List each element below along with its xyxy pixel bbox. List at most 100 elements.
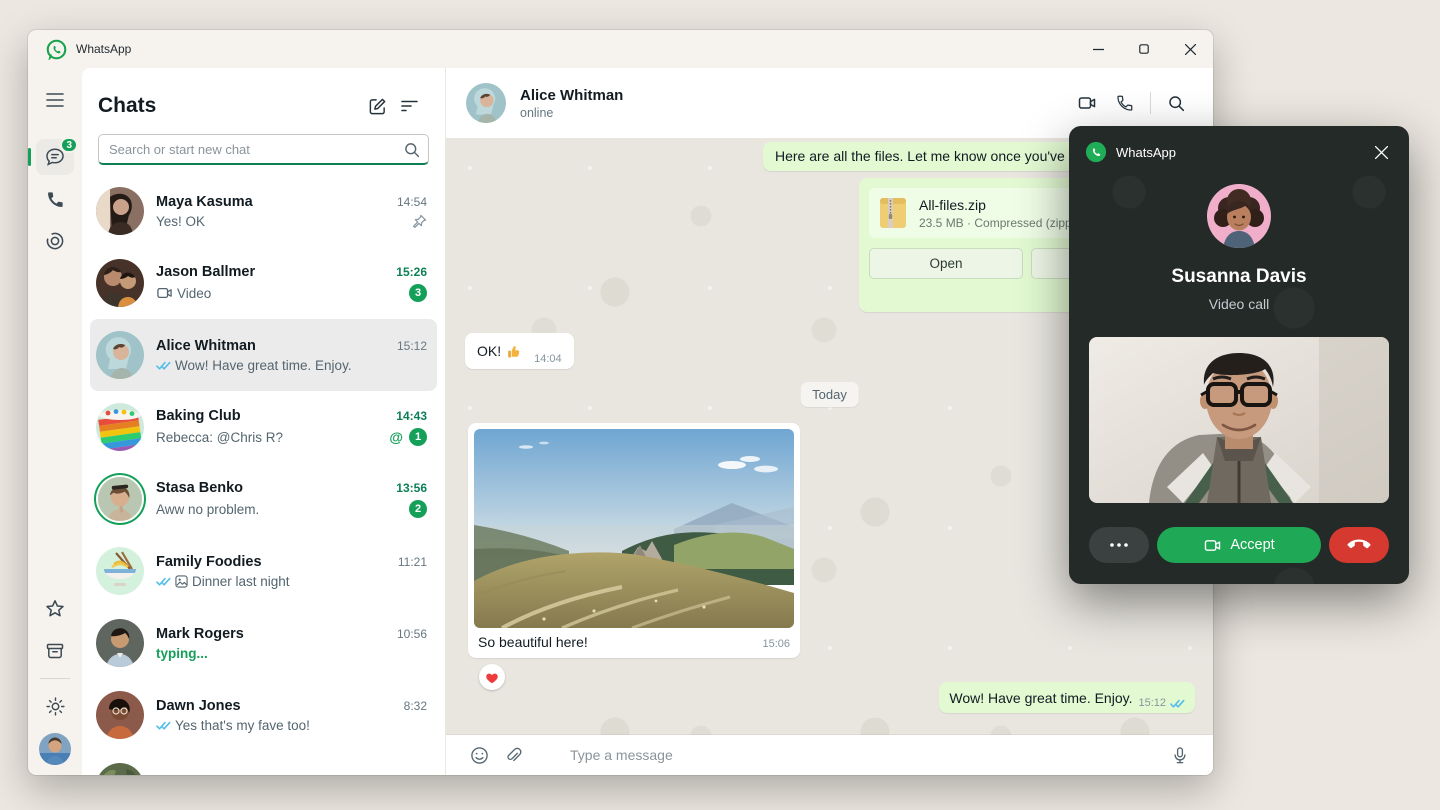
close-icon	[1375, 146, 1388, 159]
nav-status[interactable]	[36, 223, 74, 259]
chat-item-stasa-benko[interactable]: Stasa Benko13:56 Aww no problem. 2	[90, 463, 437, 535]
filter-icon	[401, 100, 418, 112]
video-call-icon	[1077, 95, 1097, 111]
message-outgoing-wow[interactable]: Wow! Have great time. Enjoy. 15:12	[939, 682, 1195, 713]
popup-app-name: WhatsApp	[1116, 145, 1367, 160]
read-ticks-icon	[156, 720, 171, 731]
whatsapp-logo-icon	[1085, 141, 1107, 163]
decline-call-button[interactable]	[1329, 527, 1389, 563]
call-type: Video call	[1069, 296, 1409, 312]
incoming-call-popup: WhatsApp Susanna Davis Video call	[1069, 126, 1409, 584]
caller-video-preview	[1089, 337, 1389, 503]
zip-file-icon	[879, 196, 907, 230]
chat-item-ziggy-woodley[interactable]: Ziggy Woodley9:12	[90, 751, 437, 775]
chats-unread-badge: 3	[60, 137, 78, 153]
call-more-options-button[interactable]	[1089, 527, 1149, 563]
nav-archived[interactable]	[36, 633, 74, 669]
menu-button[interactable]	[36, 82, 74, 118]
contact-status: online	[520, 106, 1068, 120]
voice-call-button[interactable]	[1106, 86, 1144, 120]
new-chat-button[interactable]	[361, 92, 393, 120]
accept-call-button[interactable]: Accept	[1157, 527, 1321, 563]
file-open-button[interactable]: Open	[869, 248, 1023, 279]
message-input-bar	[446, 735, 1213, 775]
nav-rail: 3	[28, 68, 82, 775]
star-icon	[45, 599, 65, 619]
landscape-photo	[474, 429, 794, 628]
chat-item-family-foodies[interactable]: Family Foodies11:21 Dinner last night	[90, 535, 437, 607]
minimize-button[interactable]	[1075, 30, 1121, 68]
message-time: 14:04	[534, 353, 562, 369]
read-ticks-icon	[1170, 698, 1185, 713]
photo-icon	[175, 575, 188, 588]
message-incoming-ok[interactable]: OK! 14:04	[465, 333, 574, 369]
message-input[interactable]	[570, 747, 1163, 763]
archive-icon	[45, 641, 65, 661]
maximize-button[interactable]	[1121, 30, 1167, 68]
avatar	[96, 763, 144, 775]
read-ticks-icon	[156, 576, 171, 587]
gear-icon	[45, 696, 66, 717]
avatar	[96, 331, 144, 379]
chat-item-alice-whitman[interactable]: Alice Whitman15:12 Wow! Have great time.…	[90, 319, 437, 391]
search-in-chat-button[interactable]	[1157, 86, 1195, 120]
whatsapp-window: WhatsApp 3	[28, 30, 1213, 775]
hang-up-icon	[1343, 529, 1374, 560]
heart-reaction[interactable]	[479, 664, 505, 690]
microphone-icon	[1172, 746, 1188, 765]
emoji-icon	[470, 746, 489, 765]
avatar	[96, 547, 144, 595]
header-divider	[1150, 92, 1151, 114]
nav-chats[interactable]: 3	[36, 139, 74, 175]
message-time: 15:12	[1138, 697, 1166, 713]
avatar	[96, 403, 144, 451]
chat-item-jason-ballmer[interactable]: Jason Ballmer15:26 Video 3	[90, 247, 437, 319]
file-meta: 23.5 MB · Compressed (zipp	[919, 216, 1072, 230]
whatsapp-logo-icon	[46, 39, 67, 60]
pinned-icon	[412, 214, 427, 229]
filter-chats-button[interactable]	[393, 92, 425, 120]
heart-icon	[485, 671, 499, 684]
nav-starred[interactable]	[36, 591, 74, 627]
chat-list-panel: Chats Maya Kasuma14:54	[82, 68, 446, 775]
attach-button[interactable]	[496, 738, 530, 772]
window-title: WhatsApp	[76, 42, 131, 56]
file-name: All-files.zip	[919, 197, 1072, 213]
chats-title: Chats	[98, 94, 361, 118]
contact-name: Alice Whitman	[520, 87, 1068, 104]
paperclip-icon	[504, 746, 522, 764]
nav-settings[interactable]	[36, 688, 74, 724]
chat-item-dawn-jones[interactable]: Dawn Jones8:32 Yes that's my fave too!	[90, 679, 437, 751]
typing-indicator: typing...	[156, 646, 427, 661]
search-input[interactable]	[98, 134, 429, 165]
avatar	[96, 259, 144, 307]
phone-icon	[1116, 94, 1134, 112]
avatar	[96, 691, 144, 739]
chat-item-baking-club[interactable]: Baking Club14:43 Rebecca: @Chris R? @ 1	[90, 391, 437, 463]
chat-item-mark-rogers[interactable]: Mark Rogers10:56 typing...	[90, 607, 437, 679]
chat-item-maya-kasuma[interactable]: Maya Kasuma14:54 Yes! OK	[90, 175, 437, 247]
search-icon	[404, 142, 420, 158]
close-button[interactable]	[1167, 30, 1213, 68]
contact-avatar[interactable]	[466, 83, 506, 123]
titlebar: WhatsApp	[28, 30, 1213, 68]
unread-badge: 2	[409, 500, 427, 518]
ellipsis-icon	[1110, 543, 1128, 547]
chat-list: Maya Kasuma14:54 Yes! OK Jason Ballmer15…	[82, 175, 445, 775]
new-chat-icon	[368, 97, 387, 116]
message-time: 15:06	[762, 638, 790, 650]
unread-badge: 3	[409, 284, 427, 302]
message-photo[interactable]: So beautiful here! 15:06	[468, 423, 800, 658]
status-icon	[45, 231, 65, 251]
thumbs-up-emoji	[507, 344, 522, 359]
popup-close-button[interactable]	[1367, 138, 1395, 166]
voice-message-button[interactable]	[1163, 738, 1197, 772]
video-call-button[interactable]	[1068, 86, 1106, 120]
caller-avatar	[1207, 184, 1271, 248]
video-icon	[156, 286, 173, 300]
nav-calls[interactable]	[36, 181, 74, 217]
video-icon	[1203, 538, 1222, 553]
profile-avatar[interactable]	[39, 733, 71, 765]
calls-icon	[46, 190, 65, 209]
emoji-button[interactable]	[462, 738, 496, 772]
